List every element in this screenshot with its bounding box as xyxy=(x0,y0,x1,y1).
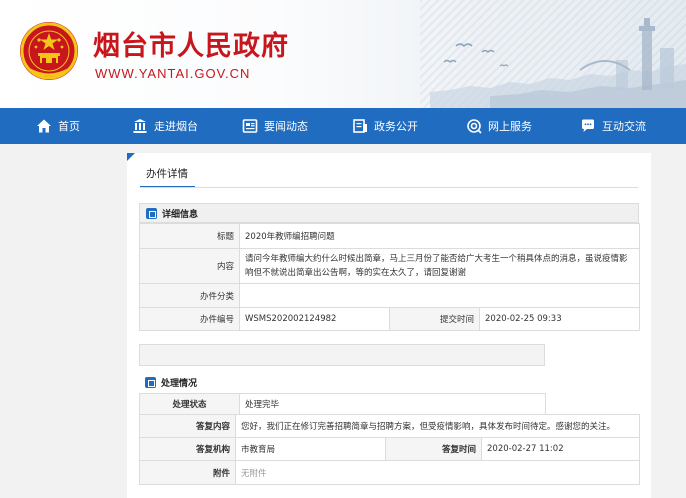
org-value: 市教育局 xyxy=(235,437,386,461)
submit-time-value: 2020-02-25 09:33 xyxy=(479,307,640,331)
table-row: 标题 2020年教师编招聘问题 xyxy=(139,223,640,249)
nav-item-about[interactable]: 走进烟台 xyxy=(132,108,198,144)
status-value: 处理完毕 xyxy=(239,393,546,415)
reply-time-label: 答复时间 xyxy=(385,437,482,461)
processing-section-header: 处理情况 xyxy=(139,372,545,392)
nav-item-home[interactable]: 首页 xyxy=(36,108,80,144)
content-label: 内容 xyxy=(139,248,240,284)
details-section-header: 详细信息 xyxy=(139,203,639,223)
divider-bar xyxy=(139,344,545,366)
news-icon xyxy=(242,119,258,133)
main-nav: 首页 走进烟台 要闻动态 政务公开 网上服务 互动交流 xyxy=(0,108,686,144)
section-icon xyxy=(145,376,156,388)
document-icon xyxy=(353,119,367,133)
section-title: 处理情况 xyxy=(161,378,198,389)
nav-item-interaction[interactable]: 互动交流 xyxy=(580,108,646,144)
table-row: 附件 无附件 xyxy=(139,460,641,485)
nav-label: 要闻动态 xyxy=(264,120,308,133)
submit-time-label: 提交时间 xyxy=(389,307,480,331)
building-icon xyxy=(133,119,147,133)
category-value xyxy=(239,283,640,308)
section-title: 详细信息 xyxy=(162,209,199,220)
tab-title[interactable]: 办件详情 xyxy=(140,166,195,188)
details-table: 标题 2020年教师编招聘问题 内容 请问今年教师编大约什么时候出简章，马上三月… xyxy=(139,223,640,331)
status-table: 处理状态 处理完毕 xyxy=(139,393,546,415)
national-emblem-icon xyxy=(20,22,78,80)
reply-table: 答复内容 您好，我们正在修订完善招聘简章与招聘方案，但受疫情影响，具体发布时间待… xyxy=(139,414,641,485)
chat-icon xyxy=(582,119,594,132)
number-label: 办件编号 xyxy=(139,307,240,331)
table-row: 内容 请问今年教师编大约什么时候出简章，马上三月份了能否给广大考生一个稍具体点的… xyxy=(139,248,640,284)
title-value: 2020年教师编招聘问题 xyxy=(239,223,640,249)
nav-item-gov-affairs[interactable]: 政务公开 xyxy=(352,108,418,144)
number-value: WSMS202002124982 xyxy=(239,307,390,331)
reply-label: 答复内容 xyxy=(139,414,236,438)
corner-marker xyxy=(127,153,135,161)
nav-item-news[interactable]: 要闻动态 xyxy=(242,108,308,144)
table-row: 处理状态 处理完毕 xyxy=(139,393,546,415)
nav-label: 互动交流 xyxy=(602,120,646,133)
table-row: 办件分类 xyxy=(139,283,640,308)
site-header: 烟台市人民政府 WWW.YANTAI.GOV.CN xyxy=(0,0,686,108)
table-row: 答复机构 市教育局 答复时间 2020-02-27 11:02 xyxy=(139,437,641,461)
content-value: 请问今年教师编大约什么时候出简章，马上三月份了能否给广大考生一个稍具体点的消息，… xyxy=(239,248,640,284)
nav-item-online-service[interactable]: 网上服务 xyxy=(466,108,532,144)
attachment-label: 附件 xyxy=(139,460,236,485)
nav-label: 首页 xyxy=(58,120,80,133)
birds-decoration xyxy=(443,43,509,67)
org-label: 答复机构 xyxy=(139,437,236,461)
globe-icon xyxy=(467,119,482,134)
reply-value: 您好，我们正在修订完善招聘简章与招聘方案，但受疫情影响，具体发布时间待定。感谢您… xyxy=(234,414,641,438)
site-url[interactable]: WWW.YANTAI.GOV.CN xyxy=(95,66,250,81)
table-row: 答复内容 您好，我们正在修订完善招聘简章与招聘方案，但受疫情影响，具体发布时间待… xyxy=(139,414,641,438)
reply-time-value: 2020-02-27 11:02 xyxy=(480,437,641,461)
table-row: 办件编号 WSMS202002124982 提交时间 2020-02-25 09… xyxy=(139,307,640,331)
site-title[interactable]: 烟台市人民政府 xyxy=(93,24,289,63)
nav-label: 网上服务 xyxy=(488,120,532,133)
home-icon xyxy=(37,119,51,133)
status-label: 处理状态 xyxy=(139,393,240,415)
nav-label: 走进烟台 xyxy=(154,120,198,133)
nav-label: 政务公开 xyxy=(374,120,418,133)
category-label: 办件分类 xyxy=(139,283,240,308)
tab-divider xyxy=(140,187,638,188)
attachment-value: 无附件 xyxy=(234,460,641,485)
title-label: 标题 xyxy=(139,223,240,249)
section-icon xyxy=(146,207,157,219)
